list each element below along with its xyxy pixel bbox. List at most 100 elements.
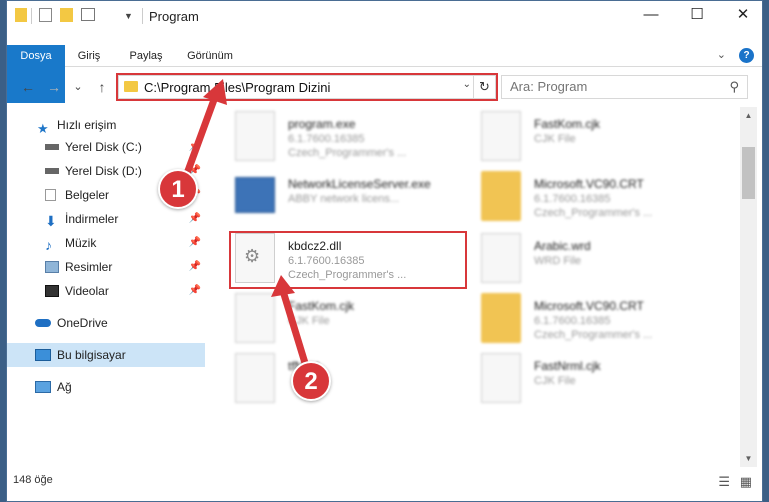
file-description: ABBY network licens... [288,193,400,205]
tab-home[interactable]: Giriş [69,45,109,67]
file-type: WRD File [534,255,582,267]
recent-locations-button[interactable]: ⌄ [67,76,89,98]
item-count: 148 öğe [13,474,53,486]
pictures-icon [45,261,59,273]
file-item[interactable]: Microsoft.VC90.CRT 6.1.7600.16385 Czech_… [475,169,715,227]
file-name: FastNrml.cjk [534,359,601,373]
file-name: FastKom.cjk [288,299,355,313]
file-name: NetworkLicenseServer.exe [288,177,431,191]
sidebar-item-network[interactable]: Ağ [7,375,205,399]
ribbon-controls: ⌄ ? [717,48,754,63]
scroll-down-icon[interactable]: ▼ [740,450,757,467]
vertical-scrollbar[interactable]: ▲ ▼ [740,107,757,467]
customize-qa-icon[interactable] [81,8,95,21]
sidebar-item-this-pc[interactable]: Bu bilgisayar [7,343,205,367]
document-icon [481,353,521,403]
file-item[interactable]: FastKom.cjk CJK File [475,109,715,167]
file-name: Arabic.wrd [534,239,591,253]
folder-icon [481,171,521,221]
up-button[interactable]: ↑ [91,76,113,98]
file-item[interactable]: NetworkLicenseServer.exe ABBY network li… [229,169,469,227]
details-view-icon[interactable]: ☰ [718,474,730,489]
pin-icon[interactable]: 📌 [189,207,201,231]
search-icon[interactable]: ⚲ [729,79,739,95]
sidebar-item-videos[interactable]: Videolar 📌 [7,279,205,303]
tab-view[interactable]: Görünüm [182,45,238,67]
sidebar-item-label: Belgeler [65,188,110,202]
sidebar-item-music[interactable]: ♪ Müzik 📌 [7,231,205,255]
document-icon [235,353,275,403]
minimize-button[interactable]: — [628,1,674,31]
properties-icon[interactable] [39,8,52,22]
computer-icon [35,349,51,361]
ribbon-tabs: Dosya Giriş Paylaş Görünüm ⌄ ? [7,45,762,103]
file-type: CJK File [288,315,330,327]
address-highlight [116,73,498,101]
scroll-up-icon[interactable]: ▲ [740,107,757,124]
explorer-window: ▼ Program — ☐ ✕ Dosya Giriş Paylaş Görün… [6,0,763,502]
documents-icon [45,189,56,201]
file-type: CJK File [534,375,576,387]
maximize-button[interactable]: ☐ [674,1,720,31]
navigation-pane: ★ Hızlı erişim Yerel Disk (C:) 📌 Yerel D… [7,107,205,467]
file-company: Czech_Programmer's ... [288,147,407,159]
close-button[interactable]: ✕ [720,1,766,31]
window-title: Program [149,9,199,24]
divider [31,8,32,24]
document-icon [235,293,275,343]
step-badge-1: 1 [158,169,198,209]
sidebar-item-onedrive[interactable]: OneDrive [7,311,205,335]
folder-icon [481,293,521,343]
cloud-icon [35,319,51,327]
sidebar-item-label: Resimler [65,260,113,274]
forward-button[interactable]: → [43,76,65,98]
document-icon [481,111,521,161]
file-version: 6.1.7600.16385 [288,133,365,145]
pin-icon[interactable]: 📌 [189,255,201,279]
help-icon[interactable]: ? [739,48,754,63]
sidebar-item-label: Hızlı erişim [57,118,117,132]
file-version: 6.1.7600.16385 [534,315,611,327]
sidebar-item-pictures[interactable]: Resimler 📌 [7,255,205,279]
file-item[interactable]: Microsoft.VC90.CRT 6.1.7600.16385 Czech_… [475,291,715,349]
file-name: program.exe [288,117,356,131]
file-type: CJK File [534,133,576,145]
sidebar-item-label: OneDrive [57,316,108,330]
file-item[interactable]: program.exe 6.1.7600.16385 Czech_Program… [229,109,469,167]
file-version: 6.1.7600.16385 [534,193,611,205]
file-company: Czech_Programmer's ... [534,207,653,219]
file-item[interactable]: FastNrml.cjk CJK File [475,351,715,409]
sidebar-item-disk-c[interactable]: Yerel Disk (C:) 📌 [7,135,205,159]
folder-icon [15,8,27,22]
download-icon: ⬇ [45,213,57,229]
sidebar-item-label: Bu bilgisayar [57,348,126,362]
qa-dropdown-icon[interactable]: ▼ [124,11,133,27]
pin-icon[interactable]: 📌 [189,231,201,255]
file-item[interactable]: tfNext [229,351,469,409]
expand-ribbon-icon[interactable]: ⌄ [717,49,726,61]
file-item[interactable]: FastKom.cjk CJK File [229,291,469,349]
sidebar-item-quick-access[interactable]: ★ Hızlı erişim [7,113,205,137]
sidebar-item-label: Videolar [65,284,109,298]
back-button[interactable]: ← [17,76,39,98]
pin-icon[interactable]: 📌 [189,279,201,303]
file-company: Czech_Programmer's ... [534,329,653,341]
status-bar: 148 öğe ☰ ▦ [7,471,762,493]
step-badge-2: 2 [291,361,331,401]
search-input[interactable] [510,79,710,94]
scroll-thumb[interactable] [742,147,755,199]
new-folder-icon[interactable] [60,8,73,22]
sidebar-item-label: Yerel Disk (D:) [65,164,142,178]
app-icon [235,177,275,213]
file-name: Microsoft.VC90.CRT [534,299,644,313]
file-item[interactable]: Arabic.wrd WRD File [475,231,715,289]
pin-icon[interactable]: 📌 [189,135,201,159]
drive-icon [45,168,59,174]
file-name: Microsoft.VC90.CRT [534,177,644,191]
large-icons-view-icon[interactable]: ▦ [740,474,752,489]
search-box[interactable]: ⚲ [501,75,748,99]
sidebar-item-downloads[interactable]: ⬇ İndirmeler 📌 [7,207,205,231]
title-bar: ▼ Program — ☐ ✕ [7,1,762,31]
tab-share[interactable]: Paylaş [124,45,168,67]
videos-icon [45,285,59,297]
